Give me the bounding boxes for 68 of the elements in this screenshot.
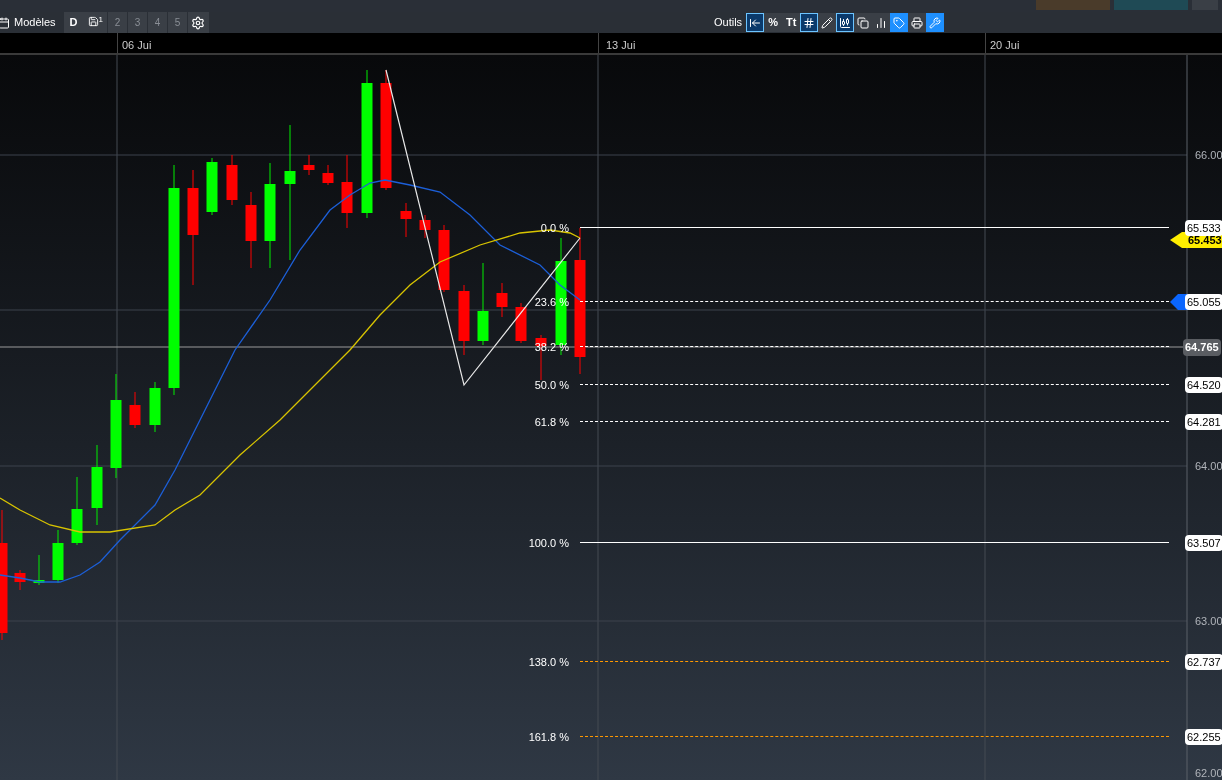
price-axis-label: 66.00 <box>1195 148 1222 162</box>
candlestick <box>71 476 83 546</box>
price-label: 65.055 <box>1185 294 1222 310</box>
tool-button[interactable] <box>908 13 927 32</box>
current-price-label: 64.765 <box>1183 339 1221 356</box>
price-label: 62.737 <box>1185 654 1222 670</box>
bars-icon <box>875 16 888 29</box>
printer-icon <box>911 16 924 29</box>
tool-button[interactable] <box>872 13 891 32</box>
candlestick <box>129 391 141 429</box>
tool-button[interactable]: % <box>764 13 783 32</box>
price-label: 63.507 <box>1185 535 1222 551</box>
tool-button[interactable] <box>926 13 945 32</box>
save-button[interactable]: 1 <box>83 12 107 33</box>
tools-label: Outils <box>714 15 743 31</box>
fibonacci-level-line[interactable] <box>580 661 1169 663</box>
candlestick <box>33 554 45 586</box>
settings-button[interactable] <box>188 12 209 33</box>
wrench-icon <box>929 16 942 29</box>
candlestick <box>149 381 161 433</box>
tool-button[interactable] <box>890 13 909 32</box>
price-label: 64.520 <box>1185 377 1222 393</box>
price-axis-label: 64.00 <box>1195 459 1222 473</box>
arrow-left-to-line-icon <box>749 16 762 29</box>
price-label: 62.255 <box>1185 729 1222 745</box>
fibonacci-level-label: 61.8 % <box>534 415 569 429</box>
candlestick <box>458 284 470 356</box>
candlestick <box>303 154 315 176</box>
price-axis-label: 62.00 <box>1195 766 1222 780</box>
candlestick <box>438 224 450 293</box>
tool-button[interactable]: Tt <box>782 13 801 32</box>
tool-button[interactable] <box>818 13 837 32</box>
fibonacci-level-label: 50.0 % <box>534 378 569 392</box>
calendar-icon[interactable] <box>0 16 10 29</box>
date-label: 20 Jui <box>990 38 1020 53</box>
pencil-icon <box>821 16 834 29</box>
tool-button[interactable] <box>800 13 819 32</box>
fibonacci-level-label: 100.0 % <box>528 536 569 550</box>
candlestick <box>419 214 431 239</box>
hash-icon <box>803 16 816 29</box>
tool-button[interactable] <box>746 13 765 32</box>
candlestick <box>52 529 64 584</box>
fibonacci-level-label: 138.0 % <box>528 655 569 669</box>
stacked-windows-icon <box>857 16 870 29</box>
day-button[interactable]: D <box>63 12 84 33</box>
settings-icon <box>191 15 206 30</box>
tool-button[interactable] <box>854 13 873 32</box>
trend-line[interactable] <box>385 69 581 387</box>
candlestick <box>515 302 527 344</box>
save-count-label: 1 <box>98 16 103 24</box>
candlestick <box>322 164 334 186</box>
date-label: 06 Jui <box>122 38 152 53</box>
candlestick-icon <box>839 16 852 29</box>
tag-icon <box>893 16 906 29</box>
date-label: 13 Jui <box>606 38 636 53</box>
price-label: 65.533 <box>1185 220 1222 236</box>
templates-label[interactable]: Modèles <box>14 14 56 31</box>
candlestick <box>14 569 26 591</box>
price-label: 64.281 <box>1185 414 1222 430</box>
fibonacci-level-line[interactable] <box>580 736 1169 738</box>
candlestick <box>400 202 412 238</box>
fibonacci-level-label: 161.8 % <box>528 730 569 744</box>
candlestick <box>206 157 218 216</box>
save-icon <box>87 16 99 27</box>
tool-button[interactable] <box>836 13 855 32</box>
candlestick <box>226 154 238 206</box>
candlestick <box>496 282 508 318</box>
price-axis-label: 63.00 <box>1195 614 1222 628</box>
